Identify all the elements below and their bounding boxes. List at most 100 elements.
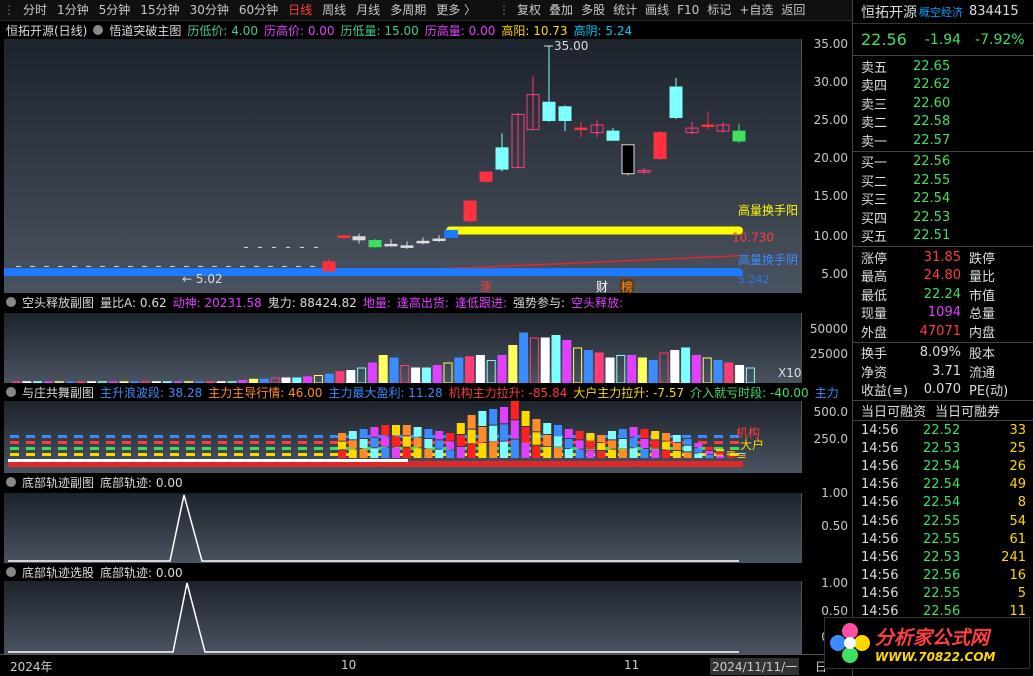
- toolbar-button-5[interactable]: F10: [673, 0, 703, 21]
- track1-line[interactable]: [4, 493, 801, 563]
- event-mark[interactable]: 榜: [621, 279, 633, 293]
- candle-body[interactable]: [432, 238, 446, 242]
- candle-body[interactable]: [701, 124, 715, 128]
- candle-body[interactable]: [352, 236, 366, 241]
- period-tab-5[interactable]: 60分钟: [234, 0, 283, 21]
- candle-body[interactable]: [542, 101, 556, 121]
- indicator-settings-icon[interactable]: [6, 567, 16, 577]
- period-tab-0[interactable]: 分时: [18, 0, 52, 21]
- volume-bar: [454, 357, 464, 383]
- candle-body[interactable]: [416, 240, 430, 244]
- dance-bar-segment: [456, 435, 465, 446]
- tab-margin-financing[interactable]: 当日可融资: [853, 401, 935, 420]
- candle-body[interactable]: [495, 147, 509, 170]
- stat-row: 换手 8.09% 股本: [853, 344, 1033, 362]
- toolbar-grip-icon-2[interactable]: ⋮: [495, 3, 513, 17]
- volume-bars[interactable]: X10: [4, 313, 801, 383]
- candle-body[interactable]: [653, 132, 667, 159]
- indicator-settings-icon[interactable]: [6, 387, 16, 397]
- order-book-row[interactable]: 卖三 22.60: [853, 94, 1033, 113]
- period-tab-3[interactable]: 15分钟: [135, 0, 184, 21]
- dance-guide-mark: [138, 435, 147, 438]
- track2-plot-area[interactable]: [4, 581, 801, 654]
- order-book-row[interactable]: 卖五 22.65: [853, 57, 1033, 76]
- candlestick-chart[interactable]: 35.00 ← 5.02 高量换手阳高量换手阴 10.730 5.242 涨 财榜: [4, 39, 801, 293]
- candle-body[interactable]: [337, 235, 351, 239]
- main-chart-header: 恒拓开源(日线) 悟道突破主图 历低价: 4.00 历高价: 0.00 历低量: 1…: [0, 21, 852, 39]
- period-tab-9[interactable]: 多周期: [385, 0, 431, 21]
- toolbar-button-0[interactable]: 复权: [513, 0, 545, 21]
- volume-bar: [400, 365, 410, 383]
- dance-bar-segment: [640, 439, 649, 448]
- order-book-row[interactable]: 卖四 22.62: [853, 76, 1033, 94]
- order-book-row[interactable]: 卖一 22.57: [853, 131, 1033, 150]
- period-tab-7[interactable]: 周线: [317, 0, 351, 21]
- toolbar-button-2[interactable]: 多股: [577, 0, 609, 21]
- track2-indicator-name[interactable]: 底部轨迹选股: [22, 564, 94, 581]
- dance-bar-segment: [597, 451, 606, 458]
- dance-plot-area[interactable]: 机构 大户: [4, 401, 801, 473]
- tab-margin-short[interactable]: 当日可融券: [935, 401, 1000, 420]
- candle-body[interactable]: [322, 261, 336, 272]
- y-tick: 0.50: [821, 519, 848, 533]
- order-book-row[interactable]: 买二 22.55: [853, 171, 1033, 190]
- track2-line[interactable]: [4, 581, 801, 654]
- toolbar-button-8[interactable]: 返回: [777, 0, 809, 21]
- event-mark[interactable]: 财: [596, 280, 608, 293]
- stock-tag[interactable]: 概空经济: [919, 4, 963, 20]
- candle-body[interactable]: [669, 86, 683, 118]
- dance-indicator-name[interactable]: 与庄共舞副图: [22, 384, 94, 401]
- candle-body[interactable]: [400, 245, 414, 248]
- dance-bar-segment: [672, 435, 681, 442]
- toolbar-button-6[interactable]: 标记: [703, 0, 735, 21]
- order-book-row[interactable]: 买一 22.56: [853, 153, 1033, 171]
- dance-bar-segment: [629, 427, 638, 437]
- dance-bar-segment: [618, 439, 627, 448]
- toolbar-grip-icon[interactable]: ⋮: [0, 3, 18, 17]
- event-mark[interactable]: 涨: [480, 279, 492, 293]
- dance-bars[interactable]: 机构大户: [4, 401, 801, 473]
- candle-body[interactable]: [479, 171, 493, 182]
- main-indicator-name[interactable]: 悟道突破主图: [109, 22, 181, 39]
- dance-bar-segment: [370, 427, 379, 437]
- order-book-row[interactable]: 买三 22.54: [853, 190, 1033, 208]
- indicator-settings-icon[interactable]: [93, 25, 104, 35]
- period-tab-10[interactable]: 更多 〉: [431, 0, 481, 21]
- y-tick: 50000: [809, 322, 848, 336]
- candle-body[interactable]: [732, 130, 746, 142]
- track1-plot-area[interactable]: [4, 493, 801, 563]
- indicator-settings-icon[interactable]: [6, 297, 16, 307]
- order-book-row[interactable]: 买四 22.53: [853, 208, 1033, 227]
- period-tab-1[interactable]: 1分钟: [52, 0, 94, 21]
- indicator-settings-icon[interactable]: [6, 477, 16, 487]
- toolbar-button-3[interactable]: 统计: [609, 0, 641, 21]
- y-tick: 250.0: [813, 432, 848, 446]
- toolbar-button-1[interactable]: 叠加: [545, 0, 577, 21]
- dance-bar-segment: [413, 427, 422, 437]
- order-book-row[interactable]: 卖二 22.58: [853, 113, 1033, 131]
- candle-body[interactable]: [574, 127, 588, 131]
- period-tab-6[interactable]: 日线: [283, 0, 317, 21]
- toolbar-button-4[interactable]: 画线: [641, 0, 673, 21]
- main-plot-area[interactable]: 35.00 ← 5.02 高量换手阳 高量换手阴 10.730 5.242 涨 财榜: [4, 39, 801, 293]
- volume-indicator-name[interactable]: 空头释放副图: [22, 294, 94, 311]
- toolbar-button-7[interactable]: +自选: [735, 0, 777, 21]
- tick-row: 14:56 22.55 5: [853, 585, 1033, 603]
- period-tab-8[interactable]: 月线: [351, 0, 385, 21]
- volume-bar: [681, 347, 691, 383]
- track1-indicator-name[interactable]: 底部轨迹副图: [22, 474, 94, 491]
- candle-body[interactable]: [606, 130, 620, 141]
- order-book-row[interactable]: 买五 22.51: [853, 227, 1033, 245]
- candle-body[interactable]: [384, 243, 398, 247]
- candle-body[interactable]: [621, 144, 635, 175]
- candle-body[interactable]: [558, 106, 572, 121]
- period-tab-2[interactable]: 5分钟: [94, 0, 136, 21]
- dance-bar-segment: [554, 447, 562, 458]
- period-tab-4[interactable]: 30分钟: [185, 0, 234, 21]
- volume-plot-area[interactable]: X10: [4, 313, 801, 383]
- dance-guide-mark: [42, 447, 51, 450]
- dance-guide-mark: [202, 453, 211, 456]
- candle-body[interactable]: [463, 200, 477, 222]
- candle-body[interactable]: [368, 240, 382, 248]
- tick-time: 14:56: [861, 568, 899, 584]
